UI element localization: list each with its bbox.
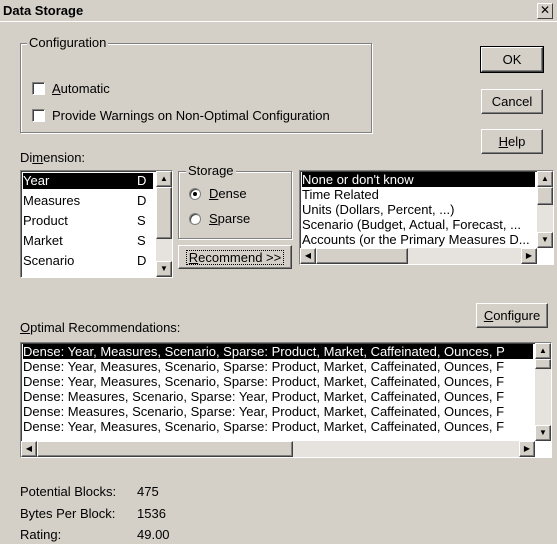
- scroll-thumb[interactable]: [535, 359, 551, 369]
- dimension-name: Scenario: [23, 253, 75, 268]
- title-bar: Data Storage ✕: [0, 0, 557, 22]
- type-hscroll[interactable]: ◀ ▶: [300, 248, 537, 264]
- bytes-per-block-value: 1536: [137, 506, 166, 521]
- recommendation-item[interactable]: Dense: Measures, Scenario, Sparse: Year,…: [23, 404, 533, 419]
- dimension-list-item[interactable]: Market S: [23, 233, 153, 249]
- dimension-listbox[interactable]: Year D Measures D Product S Market S Scenario D ▲…: [20, 170, 173, 278]
- scroll-down-icon[interactable]: ▼: [156, 261, 172, 277]
- recommend-button[interactable]: Recommend >>: [178, 245, 292, 269]
- scroll-thumb[interactable]: [537, 187, 553, 205]
- automatic-label: Automatic: [52, 81, 110, 96]
- dimension-list-item[interactable]: Product S: [23, 213, 153, 229]
- recommendations-listbox[interactable]: Dense: Year, Measures, Scenario, Sparse:…: [20, 342, 552, 458]
- potential-blocks-label: Potential Blocks:: [20, 484, 117, 499]
- storage-group: [178, 171, 292, 239]
- provide-warnings-label: Provide Warnings on Non-Optimal Configur…: [52, 108, 330, 123]
- rating-value: 49.00: [137, 527, 170, 542]
- recommendations-hscroll[interactable]: ◀ ▶: [21, 441, 535, 457]
- provide-warnings-checkbox[interactable]: [32, 109, 45, 122]
- sparse-radio[interactable]: [189, 213, 201, 225]
- scroll-down-icon[interactable]: ▼: [535, 425, 551, 441]
- dimension-storage-code: D: [137, 173, 147, 188]
- recommendation-item[interactable]: Dense: Year, Measures, Scenario, Sparse:…: [23, 374, 533, 389]
- dimension-name: Measures: [23, 193, 81, 208]
- scroll-left-icon[interactable]: ◀: [300, 248, 316, 264]
- cancel-button[interactable]: Cancel: [481, 89, 543, 114]
- sparse-label: Sparse: [209, 211, 251, 226]
- dimension-type-item[interactable]: Time Related: [302, 187, 535, 202]
- type-vscroll[interactable]: ▲ ▼: [537, 171, 553, 248]
- dimension-type-item[interactable]: Accounts (or the Primary Measures D...: [302, 232, 535, 247]
- dimension-name: Product: [23, 213, 68, 228]
- potential-blocks-value: 475: [137, 484, 159, 499]
- recommendation-item[interactable]: Dense: Measures, Scenario, Sparse: Year,…: [23, 389, 533, 404]
- scroll-down-icon[interactable]: ▼: [537, 232, 553, 248]
- dimension-name: Market: [23, 233, 63, 248]
- close-icon[interactable]: ✕: [537, 3, 553, 19]
- dimension-storage-code: S: [137, 233, 146, 248]
- scroll-up-icon[interactable]: ▲: [156, 171, 172, 187]
- dense-label: Dense: [209, 186, 247, 201]
- scroll-up-icon[interactable]: ▲: [537, 171, 553, 187]
- dimension-type-listbox[interactable]: None or don't know Time Related Units (Dol…: [299, 170, 554, 265]
- dimension-name: Year: [23, 173, 50, 188]
- dimension-storage-code: D: [137, 193, 147, 208]
- recommendations-vscroll[interactable]: ▲ ▼: [535, 343, 551, 441]
- dimension-label: Dimension:: [20, 150, 86, 165]
- recommendation-item[interactable]: Dense: Year, Measures, Scenario, Sparse:…: [23, 419, 533, 434]
- configure-button[interactable]: Configure: [476, 303, 548, 328]
- window-title: Data Storage: [3, 3, 84, 18]
- dimension-list-item[interactable]: Measures D: [23, 193, 153, 209]
- data-storage-dialog: Data Storage ✕ Configuration Automatic P…: [0, 0, 557, 544]
- dimension-vscroll[interactable]: ▲ ▼: [156, 171, 172, 277]
- rating-label: Rating:: [20, 527, 62, 542]
- configuration-group-label: Configuration: [27, 35, 109, 50]
- bytes-per-block-label: Bytes Per Block:: [20, 506, 116, 521]
- scroll-left-icon[interactable]: ◀: [21, 441, 37, 457]
- dimension-type-item[interactable]: None or don't know: [302, 172, 535, 187]
- help-button[interactable]: Help: [481, 129, 543, 154]
- dimension-storage-code: S: [137, 213, 146, 228]
- dimension-storage-code: D: [137, 253, 147, 268]
- optimal-recommendations-label: Optimal Recommendations:: [20, 320, 181, 335]
- dimension-type-item[interactable]: Scenario (Budget, Actual, Forecast, ...: [302, 217, 535, 232]
- scroll-thumb[interactable]: [316, 248, 408, 264]
- recommendation-item[interactable]: Dense: Year, Measures, Scenario, Sparse:…: [23, 344, 533, 359]
- scroll-thumb[interactable]: [37, 441, 293, 457]
- scroll-up-icon[interactable]: ▲: [535, 343, 551, 359]
- recommendation-item[interactable]: Dense: Year, Measures, Scenario, Sparse:…: [23, 359, 533, 374]
- storage-group-label: Storage: [186, 163, 236, 178]
- scroll-right-icon[interactable]: ▶: [521, 248, 537, 264]
- dimension-type-item[interactable]: Units (Dollars, Percent, ...): [302, 202, 535, 217]
- dimension-list-item[interactable]: Year D: [23, 173, 153, 189]
- scroll-right-icon[interactable]: ▶: [519, 441, 535, 457]
- automatic-checkbox[interactable]: [32, 82, 45, 95]
- radio-selected-dot: [193, 192, 197, 196]
- ok-button[interactable]: OK: [480, 46, 544, 73]
- scroll-thumb[interactable]: [156, 187, 172, 239]
- dense-radio[interactable]: [189, 188, 201, 200]
- dimension-list-item[interactable]: Scenario D: [23, 253, 153, 269]
